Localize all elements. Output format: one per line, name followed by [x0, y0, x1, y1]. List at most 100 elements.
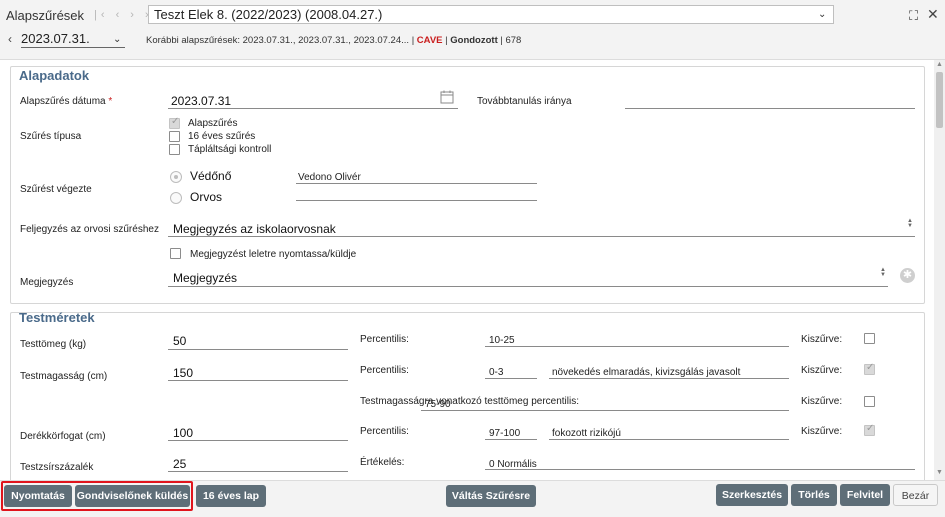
tovabbtanulas-underline [625, 108, 915, 109]
scroll-down-icon[interactable]: ▼ [936, 469, 943, 476]
type-label-16: 16 éves szűrés [188, 131, 256, 142]
scrollbar-thumb[interactable] [936, 72, 943, 128]
height-percentile-label: Percentilis: [360, 365, 409, 376]
chevron-down-icon[interactable]: ⌄ [818, 9, 826, 20]
previous-label: Korábbi alapszűrések: [146, 35, 240, 46]
radio-vedono[interactable] [170, 171, 182, 183]
scroll-up-icon[interactable]: ▲ [936, 61, 943, 68]
height-percentile-underline [485, 378, 537, 379]
height-underline [168, 380, 348, 381]
alapadatok-title: Alapadatok [19, 68, 90, 83]
height-label: Testmagasság (cm) [20, 371, 108, 382]
weight-label: Testtömeg (kg) [20, 339, 87, 350]
note-doc-label: Feljegyzés az orvosi szűréshez [20, 224, 159, 235]
date-input-underline [168, 108, 458, 109]
print-note-checkbox[interactable] [170, 248, 181, 259]
date-label: Alapszűrés dátuma * [20, 96, 113, 107]
waist-input[interactable]: 100 [173, 426, 193, 440]
weight-kiszurve-label: Kiszűrve: [801, 334, 843, 345]
weight-input[interactable]: 50 [173, 334, 186, 348]
record-button[interactable]: Felvitel [840, 484, 890, 506]
wfh-kiszurve-checkbox[interactable] [864, 396, 875, 407]
tovabbtanulas-label: Továbbtanulás iránya [477, 96, 572, 107]
date-input[interactable]: 2023.07.31 [171, 94, 231, 108]
waist-kiszurve-label: Kiszűrve: [801, 426, 843, 437]
weight-percentile-underline [485, 346, 789, 347]
calendar-icon[interactable] [440, 90, 454, 109]
wfh-kiszurve-label: Kiszűrve: [801, 396, 843, 407]
type-label-taplaltsagi: Tápláltsági kontroll [188, 144, 272, 155]
date-chevron-down-icon[interactable]: ⌄ [113, 34, 121, 45]
vedono-name[interactable]: Vedono Olivér [298, 172, 361, 183]
bodyfat-input[interactable]: 25 [173, 457, 186, 471]
waist-underline [168, 440, 348, 441]
print-note-label: Megjegyzést leletre nyomtassa/küldje [190, 249, 357, 260]
weight-underline [168, 349, 348, 350]
chevron-left-icon[interactable]: ‹ [8, 32, 12, 46]
sixteen-year-sheet-button[interactable]: 16 éves lap [196, 485, 266, 507]
edit-button[interactable]: Szerkesztés [716, 484, 788, 506]
height-input[interactable]: 150 [173, 366, 193, 380]
separator: | [411, 35, 415, 46]
vedono-underline [296, 183, 537, 184]
highlight-box [1, 481, 193, 511]
gondozott-badge: Gondozott [450, 35, 498, 46]
waist-kiszurve-checkbox[interactable] [864, 423, 875, 436]
type-checkbox-16[interactable] [169, 131, 180, 142]
radio-orvos-label: Orvos [190, 190, 223, 204]
gear-icon[interactable]: ✱ [900, 268, 915, 283]
orvos-underline [296, 200, 537, 201]
weight-percentile-value: 10-25 [489, 335, 515, 346]
wfh-percentile-underline [421, 410, 789, 411]
testmeretek-title: Testméretek [19, 310, 95, 325]
waist-percentile-underline [485, 439, 537, 440]
patient-select[interactable]: Teszt Elek 8. (2022/2023) (2008.04.27.) [148, 5, 834, 24]
previous-screenings: Korábbi alapszűrések: 2023.07.31., 2023.… [146, 35, 521, 46]
bodyfat-underline [168, 471, 348, 472]
waist-percentile-label: Percentilis: [360, 426, 409, 437]
expand-icon[interactable]: ⛶ [909, 8, 918, 24]
weight-percentile-label: Percentilis: [360, 334, 409, 345]
performed-label: Szűrést végezte [20, 184, 92, 195]
ertekeles-underline [485, 469, 915, 470]
height-percentile-value: 0-3 [489, 367, 504, 378]
type-label-alapszures: Alapszűrés [188, 118, 238, 129]
note-doc-textarea[interactable]: Megjegyzés az iskolaorvosnak [173, 222, 336, 236]
remark-underline [168, 286, 888, 287]
previous-dates[interactable]: 2023.07.31., 2023.07.31., 2023.07.24... [243, 35, 409, 46]
page-title: Alapszűrések [6, 8, 85, 23]
app-window: Alapszűrések |‹ ‹ › ›| Teszt Elek 8. (20… [0, 0, 945, 517]
wfh-percentile-label: Testmagasságra vonatkozó testtömeg perce… [360, 396, 579, 407]
radio-vedono-label: Védőnő [190, 169, 232, 183]
wfh-percentile-value: 75-90 [425, 399, 451, 410]
waist-percentile-value: 97-100 [489, 428, 521, 439]
height-kiszurve-label: Kiszűrve: [801, 365, 843, 376]
ertekeles-label: Értékelés: [360, 457, 405, 468]
waist-evaluation: fokozott rizikójú [552, 428, 621, 439]
gondozott-suffix: | 678 [500, 35, 522, 46]
close-button[interactable]: Bezár [893, 484, 938, 506]
height-evaluation: növekedés elmaradás, kivizsgálás javasol… [552, 367, 741, 378]
cave-badge[interactable]: CAVE [417, 35, 443, 46]
height-kiszurve-checkbox[interactable] [864, 362, 875, 375]
close-icon[interactable]: ✕ [927, 6, 939, 23]
separator: | [445, 35, 448, 46]
remark-resize-icon[interactable]: ▲ ▼ [880, 267, 886, 278]
switch-to-screening-button[interactable]: Váltás Szűrésre [446, 485, 536, 507]
remark-label: Megjegyzés [20, 277, 74, 288]
orvos-name[interactable] [298, 190, 537, 200]
type-label: Szűrés típusa [20, 131, 82, 142]
delete-button[interactable]: Törlés [791, 484, 837, 506]
note-doc-underline [168, 236, 915, 237]
weight-kiszurve-checkbox[interactable] [864, 333, 875, 344]
remark-textarea[interactable]: Megjegyzés [173, 271, 237, 285]
type-checkbox-alapszures[interactable] [169, 116, 180, 129]
waist-evaluation-underline [549, 439, 789, 440]
type-checkbox-taplaltsagi[interactable] [169, 144, 180, 155]
note-doc-resize-icon[interactable]: ▲ ▼ [907, 218, 913, 229]
bodyfat-label: Testzsírszázalék [20, 462, 94, 473]
date-select[interactable]: 2023.07.31. [21, 31, 125, 48]
height-evaluation-underline [549, 378, 789, 379]
radio-orvos[interactable] [170, 192, 182, 204]
tovabbtanulas-input[interactable] [627, 94, 915, 108]
